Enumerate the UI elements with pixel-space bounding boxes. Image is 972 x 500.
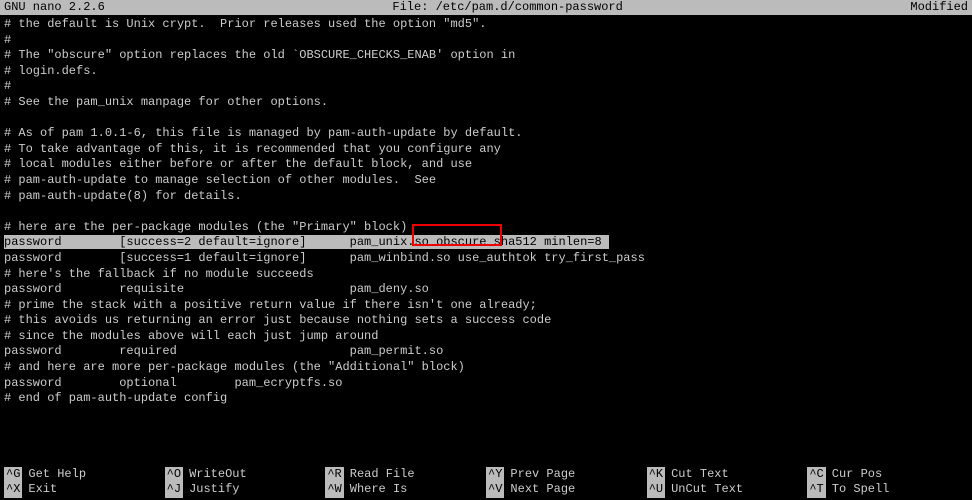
shortcut-key: ^W [325, 482, 343, 498]
shortcut-item: ^R Read File [325, 467, 486, 483]
editor-line: # the default is Unix crypt. Prior relea… [4, 17, 968, 33]
shortcut-label: Cut Text [671, 467, 729, 483]
shortcut-item: ^O WriteOut [165, 467, 326, 483]
shortcut-key: ^X [4, 482, 22, 498]
shortcut-key: ^U [647, 482, 665, 498]
shortcut-item: ^X Exit [4, 482, 165, 498]
shortcut-label: To Spell [832, 482, 890, 498]
editor-line: # [4, 33, 968, 49]
shortcut-label: Prev Page [510, 467, 575, 483]
app-name: GNU nano 2.2.6 [4, 0, 105, 15]
shortcut-key: ^Y [486, 467, 504, 483]
editor-line: # and here are more per-package modules … [4, 360, 968, 376]
editor-line: # end of pam-auth-update config [4, 391, 968, 407]
editor-line: password requisite pam_deny.so [4, 282, 968, 298]
shortcut-label: UnCut Text [671, 482, 743, 498]
editor-line-highlighted: password [success=2 default=ignore] pam_… [4, 235, 968, 251]
shortcut-item: ^W Where Is [325, 482, 486, 498]
editor-line: # See the pam_unix manpage for other opt… [4, 95, 968, 111]
editor-line: # login.defs. [4, 64, 968, 80]
cursor [602, 235, 609, 249]
shortcut-label: Where Is [350, 482, 408, 498]
shortcut-key: ^G [4, 467, 22, 483]
editor-line: # pam-auth-update to manage selection of… [4, 173, 968, 189]
editor-line: password optional pam_ecryptfs.so [4, 376, 968, 392]
shortcut-item: ^V Next Page [486, 482, 647, 498]
shortcut-key: ^K [647, 467, 665, 483]
shortcut-label: WriteOut [189, 467, 247, 483]
shortcut-key: ^R [325, 467, 343, 483]
file-name: File: /etc/pam.d/common-password [105, 0, 911, 15]
editor-line: # here are the per-package modules (the … [4, 220, 968, 236]
editor-line: # The "obscure" option replaces the old … [4, 48, 968, 64]
editor-area[interactable]: # the default is Unix crypt. Prior relea… [0, 15, 972, 409]
shortcut-item: ^J Justify [165, 482, 326, 498]
titlebar: GNU nano 2.2.6 File: /etc/pam.d/common-p… [0, 0, 972, 15]
shortcut-label: Cur Pos [832, 467, 882, 483]
shortcut-item: ^K Cut Text [647, 467, 808, 483]
modified-status: Modified [910, 0, 968, 15]
editor-line [4, 204, 968, 220]
editor-line: # prime the stack with a positive return… [4, 298, 968, 314]
shortcut-label: Exit [28, 482, 57, 498]
shortcut-key: ^V [486, 482, 504, 498]
editor-line: # since the modules above will each just… [4, 329, 968, 345]
editor-line: password required pam_permit.so [4, 344, 968, 360]
shortcut-bar: ^G Get Help ^O WriteOut ^R Read File ^Y Prev Pa… [0, 467, 972, 500]
shortcut-item: ^T To Spell [807, 482, 968, 498]
shortcut-label: Get Help [28, 467, 86, 483]
shortcut-label: Read File [350, 467, 415, 483]
shortcut-key: ^T [807, 482, 825, 498]
editor-line: password [success=1 default=ignore] pam_… [4, 251, 968, 267]
editor-line: # here's the fallback if no module succe… [4, 267, 968, 283]
shortcut-label: Next Page [510, 482, 575, 498]
shortcut-item: ^U UnCut Text [647, 482, 808, 498]
shortcut-item: ^Y Prev Page [486, 467, 647, 483]
editor-line: # local modules either before or after t… [4, 157, 968, 173]
shortcut-item: ^C Cur Pos [807, 467, 968, 483]
shortcut-key: ^O [165, 467, 183, 483]
shortcut-label: Justify [189, 482, 239, 498]
editor-line: # pam-auth-update(8) for details. [4, 189, 968, 205]
editor-line: # As of pam 1.0.1-6, this file is manage… [4, 126, 968, 142]
editor-line [4, 111, 968, 127]
editor-line: # To take advantage of this, it is recom… [4, 142, 968, 158]
editor-line: # this avoids us returning an error just… [4, 313, 968, 329]
editor-line: # [4, 79, 968, 95]
shortcut-item: ^G Get Help [4, 467, 165, 483]
shortcut-key: ^C [807, 467, 825, 483]
shortcut-key: ^J [165, 482, 183, 498]
